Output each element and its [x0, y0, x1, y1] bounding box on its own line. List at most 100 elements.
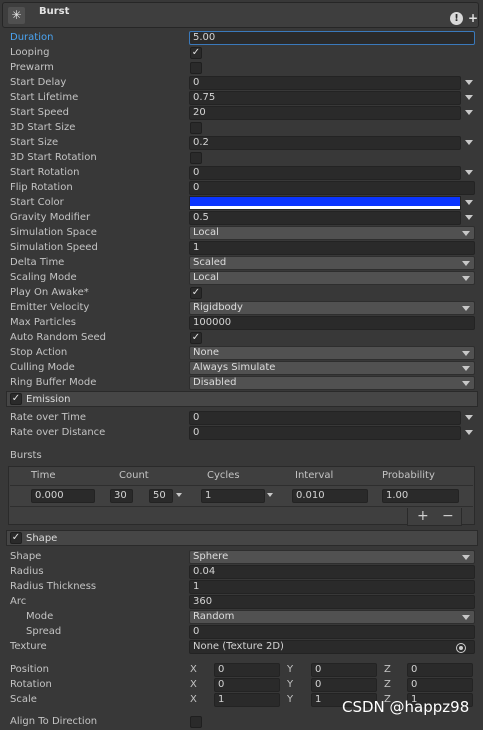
delta-time-dropdown[interactable]: Scaled	[189, 256, 475, 270]
burst-probability-field[interactable]: 1.00	[382, 489, 459, 503]
start-color-label: Start Color	[10, 197, 64, 208]
start-size-field[interactable]: 0.2	[189, 136, 461, 150]
burst-count-max-field[interactable]: 50	[149, 489, 173, 503]
scale-x-field[interactable]: 1	[214, 693, 280, 707]
rate-over-time-field[interactable]: 0	[189, 411, 461, 425]
simulation-speed-row: Simulation Speed 1	[0, 241, 483, 256]
shape-type-dropdown[interactable]: Sphere	[189, 550, 475, 564]
shape-section-header[interactable]: ✓ Shape	[6, 530, 478, 546]
simulation-space-row: Simulation Space Local	[0, 226, 483, 241]
chevron-down-icon[interactable]	[176, 493, 182, 497]
shape-enabled-checkbox[interactable]: ✓	[10, 532, 22, 544]
start-rotation-mode-caret[interactable]	[465, 170, 473, 175]
plus-icon[interactable]: +	[468, 12, 478, 25]
object-picker-icon[interactable]	[456, 643, 466, 653]
prewarm-checkbox[interactable]	[190, 62, 202, 74]
simulation-speed-field[interactable]: 1	[189, 241, 475, 255]
position-x-field[interactable]: 0	[214, 663, 280, 677]
max-particles-field[interactable]: 100000	[189, 316, 475, 330]
ring-buffer-mode-dropdown[interactable]: Disabled	[189, 376, 475, 390]
chevron-down-icon[interactable]	[267, 493, 273, 497]
align-to-direction-checkbox[interactable]	[190, 716, 202, 728]
emission-section-header[interactable]: ✓ Emission	[6, 391, 478, 407]
scaling-mode-dropdown[interactable]: Local	[189, 271, 475, 285]
simulation-space-dropdown[interactable]: Local	[189, 226, 475, 240]
start-rotation-row: Start Rotation 0	[0, 166, 483, 181]
texture-row: Texture None (Texture 2D)	[0, 640, 483, 655]
prewarm-label: Prewarm	[10, 62, 54, 73]
play-on-awake-checkbox[interactable]: ✓	[190, 287, 202, 299]
start-speed-field[interactable]: 20	[189, 106, 461, 120]
flip-rotation-row: Flip Rotation 0	[0, 181, 483, 196]
scaling-mode-label: Scaling Mode	[10, 272, 77, 283]
add-burst-button[interactable]: +	[417, 508, 429, 524]
ring-buffer-mode-label: Ring Buffer Mode	[10, 377, 97, 388]
start-delay-row: Start Delay 0	[0, 76, 483, 91]
burst-count-min-field[interactable]: 30	[110, 489, 133, 503]
help-icon[interactable]: !	[450, 12, 463, 25]
remove-burst-button[interactable]: −	[442, 508, 454, 524]
looping-row: Looping ✓	[0, 46, 483, 61]
burst-row[interactable]: 0.000 30 50 1 0.010 1.00	[10, 485, 473, 507]
rotation-label: Rotation	[10, 679, 52, 690]
position-y-field[interactable]: 0	[311, 663, 377, 677]
rotation-x-field[interactable]: 0	[214, 678, 280, 692]
arc-row: Arc 360	[0, 595, 483, 610]
bursts-label: Bursts	[10, 450, 42, 461]
emission-enabled-checkbox[interactable]: ✓	[10, 393, 22, 405]
arc-mode-dropdown[interactable]: Random	[189, 610, 475, 624]
start-lifetime-field[interactable]: 0.75	[189, 91, 461, 105]
rotation-z-field[interactable]: 0	[407, 678, 473, 692]
looping-label: Looping	[10, 47, 50, 58]
start-delay-mode-caret[interactable]	[465, 80, 473, 85]
flip-rotation-field[interactable]: 0	[189, 181, 475, 195]
arc-field[interactable]: 360	[189, 595, 475, 609]
start-lifetime-row: Start Lifetime 0.75	[0, 91, 483, 106]
gravity-modifier-mode-caret[interactable]	[465, 215, 473, 220]
start-color-mode-caret[interactable]	[465, 200, 473, 205]
stop-action-dropdown[interactable]: None	[189, 346, 475, 360]
arc-spread-label: Spread	[26, 626, 62, 637]
duration-field[interactable]: 5.00	[189, 31, 475, 45]
chevron-down-icon	[462, 306, 470, 311]
culling-mode-dropdown[interactable]: Always Simulate	[189, 361, 475, 375]
rate-over-time-mode-caret[interactable]	[465, 415, 473, 420]
position-z-field[interactable]: 0	[407, 663, 473, 677]
culling-mode-value: Always Simulate	[193, 362, 276, 373]
scaling-mode-value: Local	[193, 272, 219, 283]
start-delay-field[interactable]: 0	[189, 76, 461, 90]
3d-start-size-checkbox[interactable]	[190, 122, 202, 134]
rate-over-distance-mode-caret[interactable]	[465, 430, 473, 435]
flip-rotation-label: Flip Rotation	[10, 182, 73, 193]
texture-field[interactable]: None (Texture 2D)	[189, 640, 475, 654]
emitter-velocity-dropdown[interactable]: Rigidbody	[189, 301, 475, 315]
start-rotation-field[interactable]: 0	[189, 166, 461, 180]
3d-start-rotation-checkbox[interactable]	[190, 152, 202, 164]
radius-field[interactable]: 0.04	[189, 565, 475, 579]
scale-label: Scale	[10, 694, 37, 705]
delta-time-row: Delta Time Scaled	[0, 256, 483, 271]
radius-label: Radius	[10, 566, 44, 577]
start-speed-mode-caret[interactable]	[465, 110, 473, 115]
max-particles-row: Max Particles 100000	[0, 316, 483, 331]
start-color-swatch[interactable]	[189, 196, 461, 210]
burst-cycles-field[interactable]: 1	[201, 489, 265, 503]
particle-system-icon: ✳	[8, 7, 25, 24]
burst-time-field[interactable]: 0.000	[31, 489, 95, 503]
ring-buffer-mode-value: Disabled	[193, 377, 237, 388]
rotation-y-field[interactable]: 0	[311, 678, 377, 692]
arc-spread-field[interactable]: 0	[189, 625, 475, 639]
looping-checkbox[interactable]: ✓	[190, 47, 202, 59]
burst-interval-field[interactable]: 0.010	[292, 489, 368, 503]
start-size-mode-caret[interactable]	[465, 140, 473, 145]
auto-random-seed-checkbox[interactable]: ✓	[190, 332, 202, 344]
watermark: CSDN @happz98	[342, 698, 470, 716]
chevron-down-icon	[462, 381, 470, 386]
start-lifetime-mode-caret[interactable]	[465, 95, 473, 100]
play-on-awake-label: Play On Awake*	[10, 287, 89, 298]
radius-thickness-field[interactable]: 1	[189, 580, 475, 594]
rotation-y-label: Y	[287, 679, 294, 690]
3d-start-rotation-row: 3D Start Rotation	[0, 151, 483, 166]
gravity-modifier-field[interactable]: 0.5	[189, 211, 461, 225]
rate-over-distance-field[interactable]: 0	[189, 426, 461, 440]
